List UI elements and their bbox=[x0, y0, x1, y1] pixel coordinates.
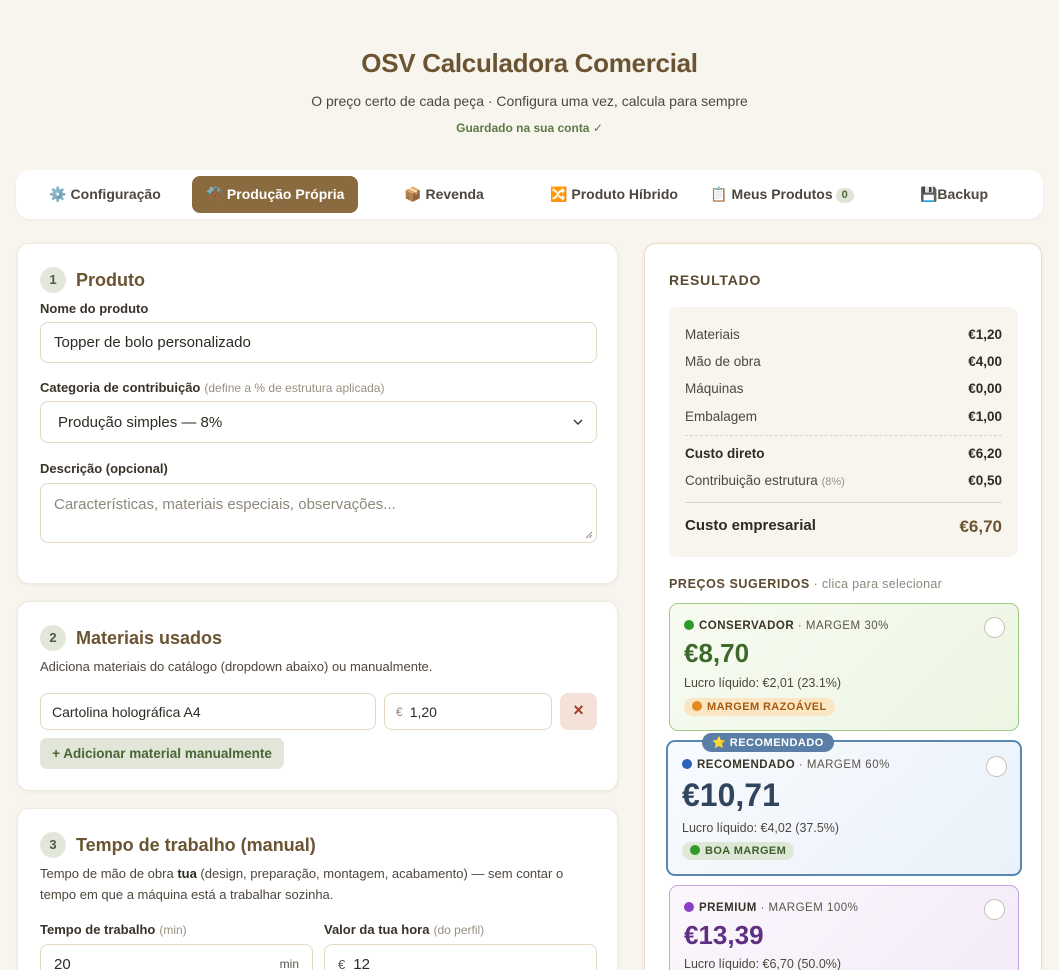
chevron-down-icon bbox=[573, 419, 583, 425]
app-header: OSV Calculadora Comercial O preço certo … bbox=[0, 48, 1059, 135]
produto-card: 1 Produto Nome do produto Topper de bolo… bbox=[17, 243, 618, 584]
description-label: Descrição (opcional) bbox=[40, 461, 168, 476]
purple-dot-icon bbox=[684, 902, 694, 912]
recommended-tag: ⭐ RECOMENDADO bbox=[702, 733, 834, 752]
tab-meus-produtos[interactable]: 📋 Meus Produtos 0 bbox=[706, 176, 858, 213]
price-option-premium[interactable]: PREMIUM · MARGEM 100% €13,39 Lucro líqui… bbox=[669, 885, 1019, 970]
section-number: 2 bbox=[40, 625, 66, 651]
rate-label: Valor da tua hora (do perfil) bbox=[324, 922, 485, 937]
materiais-card: 2 Materiais usados Adiciona materiais do… bbox=[17, 601, 618, 791]
gear-icon: ⚙️ bbox=[49, 186, 67, 202]
breakdown-row: Embalagem €1,00 bbox=[685, 409, 1002, 424]
material-name-input[interactable]: Cartolina holográfica A4 bbox=[40, 693, 376, 730]
cost-breakdown: Materiais €1,20 Mão de obra €4,00 Máquinas… bbox=[669, 307, 1018, 557]
main-tabs: ⚙️ Configuração ⚒️ Produção Própria 📦 Re… bbox=[16, 170, 1043, 219]
total-cost-row: Custo empresarial €6,70 bbox=[685, 517, 1002, 536]
materiais-description: Adiciona materiais do catálogo (dropdown… bbox=[40, 659, 433, 674]
section-number: 3 bbox=[40, 832, 66, 858]
hammer-pick-icon: ⚒️ bbox=[205, 186, 224, 202]
products-count-badge: 0 bbox=[835, 188, 854, 203]
clipboard-icon: 📋 bbox=[710, 186, 728, 202]
price-option-conservador[interactable]: CONSERVADOR · MARGEM 30% €8,70 Lucro líq… bbox=[669, 603, 1019, 731]
blue-dot-icon bbox=[682, 759, 692, 769]
description-textarea[interactable]: Características, materiais especiais, ob… bbox=[40, 483, 597, 543]
tab-produto-hibrido[interactable]: 🔀 Produto Híbrido bbox=[542, 176, 686, 213]
resize-handle-icon[interactable] bbox=[585, 531, 593, 539]
section-tempo-title: 3 Tempo de trabalho (manual) bbox=[40, 832, 316, 858]
product-name-label: Nome do produto bbox=[40, 301, 149, 316]
breakdown-row: Materiais €1,20 bbox=[685, 327, 1002, 342]
close-icon: × bbox=[573, 700, 584, 720]
tab-revenda[interactable]: 📦 Revenda bbox=[392, 176, 496, 213]
time-label: Tempo de trabalho (min) bbox=[40, 922, 187, 937]
hourly-rate-input[interactable]: €12 bbox=[324, 944, 597, 970]
price-value: €8,70 bbox=[684, 638, 750, 668]
section-materiais-title: 2 Materiais usados bbox=[40, 625, 222, 651]
category-label: Categoria de contribuição (define a % de … bbox=[40, 380, 385, 395]
tempo-description: Tempo de mão de obra tua (design, prepar… bbox=[40, 866, 564, 902]
structure-row: Contribuição estrutura (8%) €0,50 bbox=[685, 473, 1002, 488]
green-dot-icon bbox=[684, 620, 694, 630]
profit-text: Lucro líquido: €4,02 (37.5%) bbox=[682, 821, 840, 835]
divider bbox=[685, 435, 1002, 436]
tab-configuracao[interactable]: ⚙️ Configuração bbox=[38, 176, 172, 213]
tab-backup[interactable]: 💾Backup bbox=[904, 176, 1004, 213]
add-material-button[interactable]: + Adicionar material manualmente bbox=[40, 738, 284, 769]
status-badge: BOA MARGEM bbox=[682, 842, 795, 860]
profit-text: Lucro líquido: €2,01 (23.1%) bbox=[684, 676, 842, 690]
option-radio[interactable] bbox=[984, 899, 1005, 920]
section-number: 1 bbox=[40, 267, 66, 293]
green-dot-icon bbox=[690, 845, 700, 855]
direct-cost-row: Custo direto €6,20 bbox=[685, 446, 1002, 461]
result-panel: RESULTADO Materiais €1,20 Mão de obra €4,0… bbox=[644, 243, 1042, 970]
material-price-input[interactable]: €1,20 bbox=[384, 693, 552, 730]
shuffle-icon: 🔀 bbox=[550, 186, 568, 202]
orange-dot-icon bbox=[692, 701, 702, 711]
product-name-input[interactable]: Topper de bolo personalizado bbox=[40, 322, 597, 363]
app-title: OSV Calculadora Comercial bbox=[361, 48, 698, 78]
breakdown-row: Mão de obra €4,00 bbox=[685, 354, 1002, 369]
status-badge: MARGEM RAZOÁVEL bbox=[684, 698, 835, 716]
tab-producao-propria[interactable]: ⚒️ Produção Própria bbox=[192, 176, 358, 213]
remove-material-button[interactable]: × bbox=[560, 693, 597, 730]
divider bbox=[685, 502, 1002, 503]
package-icon: 📦 bbox=[404, 186, 422, 202]
profit-text: Lucro líquido: €6,70 (50.0%) bbox=[684, 957, 842, 970]
suggested-prices-header: PREÇOS SUGERIDOS · clica para selecionar bbox=[669, 577, 943, 591]
time-input[interactable]: 20 min bbox=[40, 944, 313, 970]
category-select[interactable]: Produção simples — 8% bbox=[40, 401, 597, 443]
breakdown-row: Máquinas €0,00 bbox=[685, 381, 1002, 396]
app-subtitle: O preço certo de cada peça · Configura u… bbox=[311, 93, 748, 109]
tempo-card: 3 Tempo de trabalho (manual) Tempo de mã… bbox=[17, 808, 618, 970]
option-radio[interactable] bbox=[984, 617, 1005, 638]
option-radio[interactable] bbox=[986, 756, 1007, 777]
saved-status: Guardado na sua conta ✓ bbox=[456, 121, 603, 135]
price-value: €13,39 bbox=[684, 920, 764, 950]
price-value: €10,71 bbox=[682, 777, 780, 813]
section-produto-title: 1 Produto bbox=[40, 267, 145, 293]
result-title: RESULTADO bbox=[669, 272, 762, 288]
floppy-disk-icon: 💾 bbox=[919, 186, 938, 202]
price-option-recomendado[interactable]: ⭐ RECOMENDADO RECOMENDADO · MARGEM 60% €… bbox=[666, 733, 1022, 876]
